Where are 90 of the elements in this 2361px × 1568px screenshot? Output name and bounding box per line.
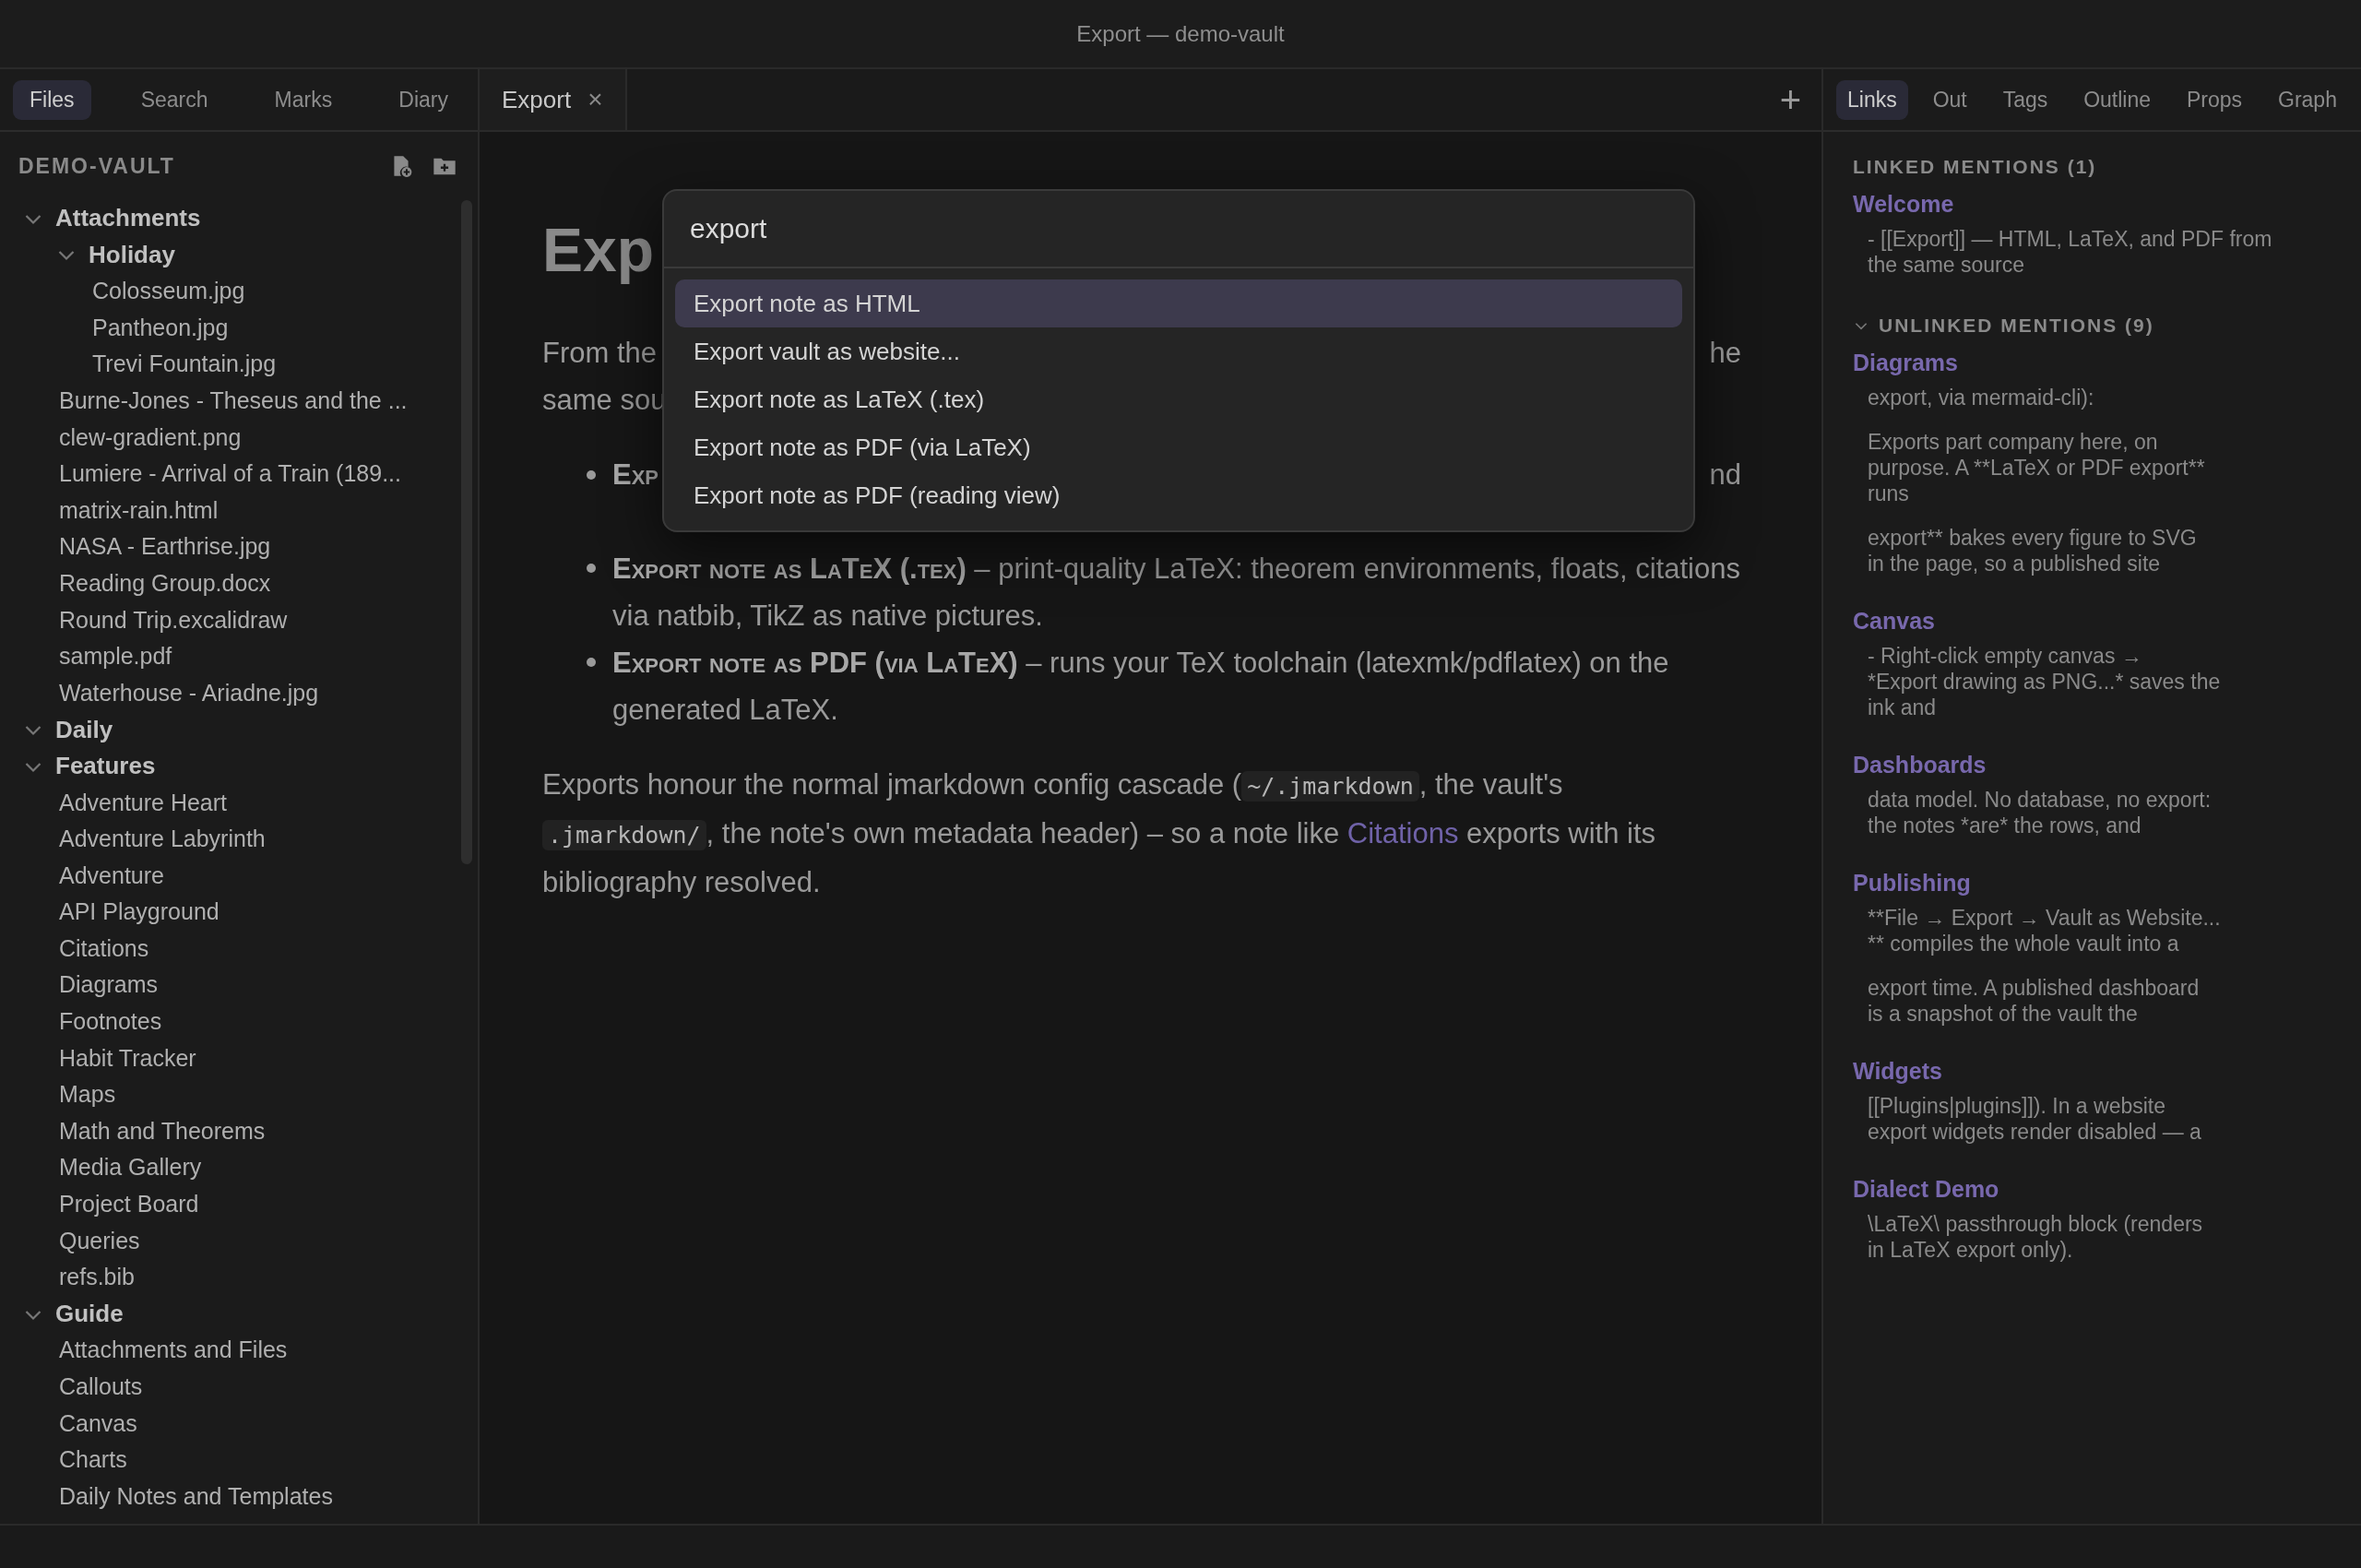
list-item-text: Export note as LaTeX (.tex) – print-quality LaTeX: theorem environments, floats, citations via natbib, TikZ as native pictures. (612, 552, 1741, 634)
vault-name: DEMO-VAULT (18, 153, 175, 179)
command-result[interactable]: Export note as LaTeX (.tex) (675, 375, 1682, 423)
file-item[interactable]: Adventure Heart (55, 784, 478, 822)
file-item[interactable]: sample.pdf (55, 638, 478, 675)
bullet-icon (587, 564, 596, 573)
note-link[interactable]: Dialect Demo (1853, 1172, 2361, 1206)
tab-label[interactable]: Export (502, 85, 572, 114)
command-input[interactable]: export (664, 191, 1693, 267)
panel-tab[interactable]: Props (2176, 79, 2254, 120)
inline-code: .jmarkdown/ (542, 820, 706, 850)
window-title: Export — demo-vault (1076, 20, 1285, 47)
note-link[interactable]: Diagrams (1853, 346, 2361, 379)
panel-tab[interactable]: Files (13, 79, 91, 120)
text-fragment: nd (1709, 457, 1741, 493)
section-heading: UNLINKED MENTIONS (9) (1879, 315, 2154, 337)
file-item[interactable]: Round Trip.excalidraw (55, 601, 478, 639)
file-item[interactable]: Reading Group.docx (55, 564, 478, 602)
panel-tab[interactable]: Out (1921, 79, 1978, 120)
note-tab[interactable]: Export × (480, 69, 627, 130)
file-item[interactable]: Maps (55, 1076, 478, 1113)
mention-snippet[interactable]: export, via mermaid-cli): (1853, 385, 2342, 410)
close-button[interactable]: × (587, 85, 603, 114)
mention-snippet[interactable]: - [[Export]] — HTML, LaTeX, and PDF from the same source (1853, 226, 2342, 278)
text-fragment: he (1709, 336, 1741, 371)
file-item[interactable]: Waterhouse - Ariadne.jpg (55, 674, 478, 712)
mention-snippet[interactable]: [[Plugins|plugins]]). In a website export widgets render disabled — a (1853, 1093, 2342, 1145)
file-item[interactable]: Math and Theorems (55, 1112, 478, 1150)
file-item[interactable]: Burne-Jones - Theseus and the ... (55, 382, 478, 420)
mention-snippet[interactable]: Exports part company here, on purpose. A **LaTeX or PDF export** runs (1853, 429, 2342, 506)
mention-snippet[interactable]: export time. A published dashboard is a snapshot of the vault the (1853, 975, 2342, 1027)
command-result[interactable]: Export note as PDF (reading view) (675, 471, 1682, 519)
folder-item[interactable]: Features (55, 752, 156, 781)
note-heading: Exp (542, 215, 655, 286)
panel-tab[interactable]: Graph (2267, 79, 2348, 120)
mention-snippet[interactable]: - Right-click empty canvas → *Export drawing as PNG...* saves the ink and (1853, 643, 2342, 720)
panel-tab[interactable]: Tags (1991, 79, 2059, 120)
file-item[interactable]: matrix-rain.html (55, 492, 478, 529)
file-item[interactable]: Charts (55, 1442, 478, 1479)
list-item-text: Export note as PDF (via LaTeX) – runs your TeX toolchain (latexmk/pdflatex) on the generated LaTeX. (612, 646, 1670, 728)
panel-tab[interactable]: Outline (2072, 79, 2163, 120)
panel-tab[interactable]: Marks (257, 79, 350, 120)
file-item[interactable]: Callouts (55, 1369, 478, 1406)
note-link[interactable]: Publishing (1853, 866, 2361, 899)
file-item[interactable]: Daily Notes and Templates (55, 1478, 478, 1515)
note-link[interactable]: Widgets (1853, 1054, 2361, 1087)
new-tab-button[interactable]: + (1759, 69, 1821, 130)
file-item[interactable]: NASA - Earthrise.jpg (55, 529, 478, 565)
folder-item[interactable]: Guide (55, 1300, 124, 1329)
folder-item[interactable]: Daily (55, 715, 113, 744)
file-item[interactable]: Pantheon.jpg (89, 309, 478, 347)
mention-snippet[interactable]: **File → Export → Vault as Website... ** compiles the whole vault into a (1853, 905, 2342, 956)
file-item[interactable]: clew-gradient.png (55, 419, 478, 457)
note-link[interactable]: Dashboards (1853, 748, 2361, 781)
file-item[interactable]: Lumiere - Arrival of a Train (189... (55, 456, 478, 493)
mention-snippet[interactable]: export** bakes every figure to SVG in the page, so a published site (1853, 525, 2342, 576)
file-item[interactable]: Citations (55, 930, 478, 968)
file-item[interactable]: Project Board (55, 1186, 478, 1223)
file-item[interactable]: Adventure (55, 857, 478, 895)
file-item[interactable]: Diagrams (55, 967, 478, 1004)
file-item[interactable]: API Playground (55, 894, 478, 931)
command-result[interactable]: Export vault as website... (675, 327, 1682, 375)
panel-tab[interactable]: Search (124, 79, 225, 120)
file-item[interactable]: Habit Tracker (55, 1039, 478, 1077)
command-result[interactable]: Export note as HTML (675, 279, 1682, 327)
file-item[interactable]: Adventure Labyrinth (55, 821, 478, 858)
text-fragment: From the (542, 336, 658, 371)
panel-tab[interactable]: Diary (382, 79, 465, 120)
folder-item[interactable]: Holiday (89, 240, 175, 269)
mention-snippet[interactable]: \LaTeX\ passthrough block (renders in LaTeX export only). (1853, 1211, 2342, 1263)
file-item[interactable]: Colosseum.jpg (89, 273, 478, 310)
file-item[interactable]: Queries (55, 1222, 478, 1260)
file-item[interactable]: Attachments and Files (55, 1332, 478, 1369)
command-result[interactable]: Export note as PDF (via LaTeX) (675, 423, 1682, 471)
folder-item[interactable]: Attachments (55, 204, 201, 233)
file-item[interactable]: Media Gallery (55, 1149, 478, 1187)
paragraph: Exports honour the normal jmarkdown config cascade ( ~/.jmarkdown , the vault's .jmarkdown/ , the note's own metadata header) – so a note like Citations exports with its bibliography resolved. (542, 767, 1657, 900)
panel-tab[interactable]: Links (1836, 79, 1908, 120)
file-item[interactable]: Canvas (55, 1405, 478, 1443)
bullet-icon (587, 469, 596, 480)
file-item[interactable]: refs.bib (55, 1259, 478, 1296)
mention-snippet[interactable]: data model. No database, no export: the notes *are* the rows, and (1853, 787, 2342, 838)
inline-code: ~/.jmarkdown (1241, 771, 1419, 802)
section-heading: LINKED MENTIONS (1) (1853, 156, 2097, 178)
file-item[interactable]: Footnotes (55, 1004, 478, 1040)
text-fragment: Exp (612, 457, 659, 493)
note-link[interactable]: Canvas (1853, 604, 2361, 637)
note-link[interactable]: Welcome (1853, 187, 2361, 220)
bullet-icon (587, 658, 596, 667)
file-item[interactable]: Trevi Fountain.jpg (89, 346, 478, 383)
